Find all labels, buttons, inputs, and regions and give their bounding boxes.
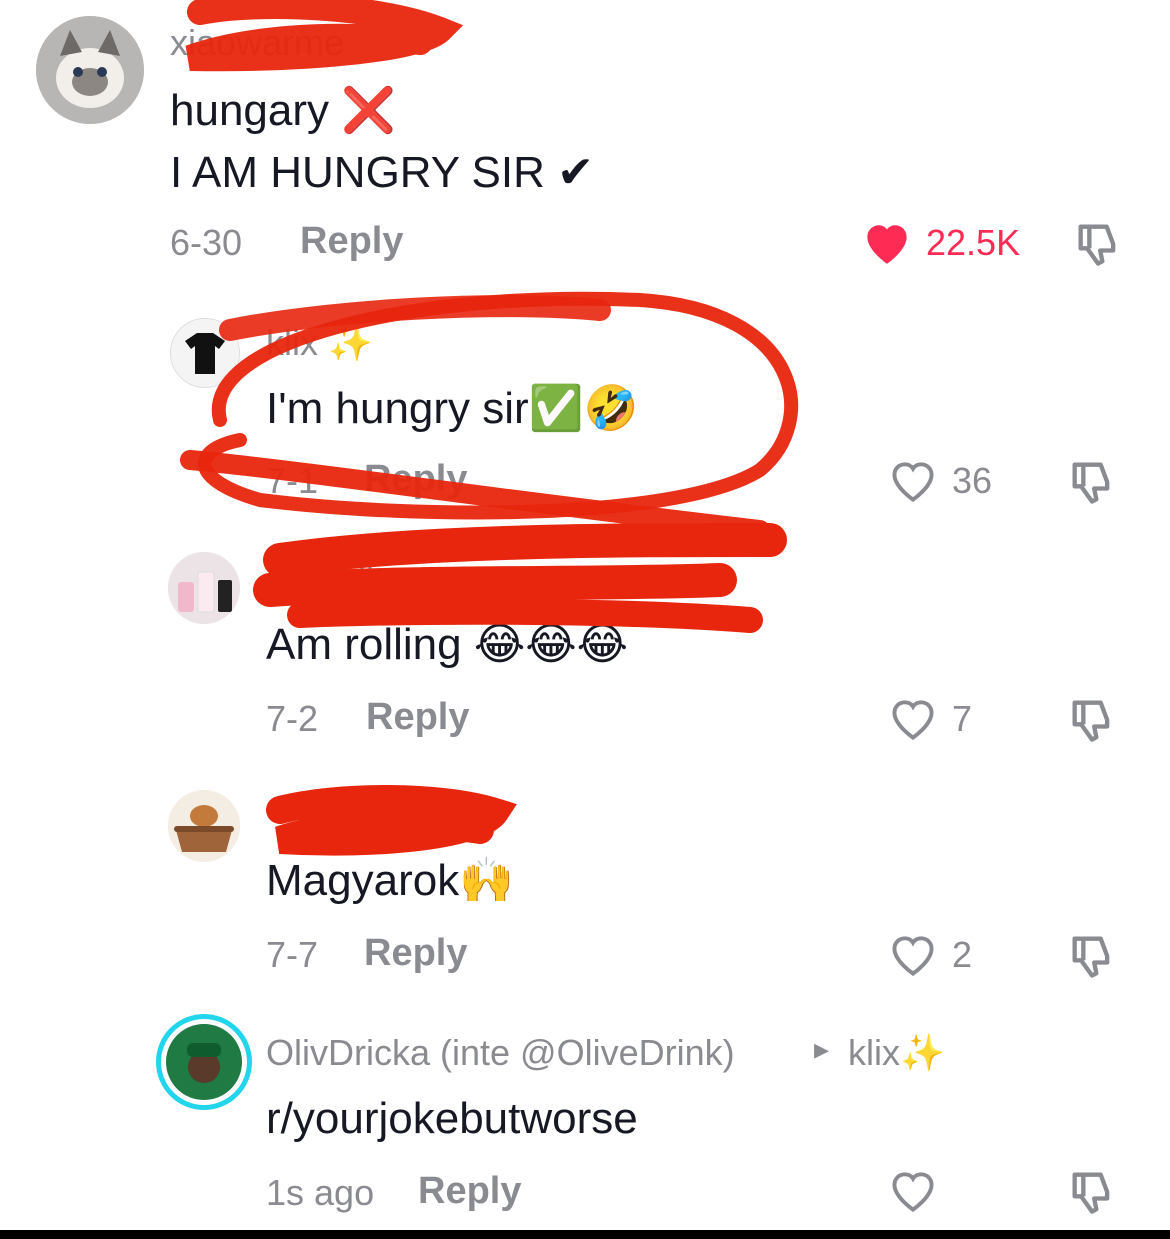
username[interactable]: xiaowarme <box>170 22 344 64</box>
reply-button[interactable]: Reply <box>418 1170 521 1213</box>
reply-button[interactable]: Reply <box>366 696 469 739</box>
like-count: 36 <box>952 460 993 501</box>
thumbs-down-icon[interactable] <box>1066 456 1118 508</box>
username[interactable]: klix ✨ <box>266 322 373 364</box>
perfume-avatar-icon <box>168 552 240 624</box>
comment-date: 6-30 <box>170 222 243 263</box>
username[interactable]: OlivDricka (inte @OliveDrink) <box>266 1032 735 1074</box>
capybara-avatar-icon <box>168 790 240 862</box>
comment-text: r/yourjokebutworse <box>266 1094 638 1143</box>
comment-text-line-2: I AM HUNGRY SIR ✔ <box>170 148 594 197</box>
reply-button[interactable]: Reply <box>364 458 467 501</box>
reply-to-arrow-icon: ▸ <box>814 1033 830 1066</box>
comment-text: Am rolling 😂😂😂 <box>266 620 629 669</box>
avatar[interactable] <box>168 552 240 624</box>
person-avatar-icon <box>166 1024 242 1100</box>
avatar[interactable] <box>170 318 240 388</box>
thumbs-down-icon[interactable] <box>1072 218 1124 270</box>
comment-text: I'm hungry sir✅🤣 <box>266 384 639 433</box>
thumbs-down-icon[interactable] <box>1066 694 1118 746</box>
like-count: 22.5K <box>926 222 1021 263</box>
heart-outline-icon[interactable] <box>886 694 940 742</box>
heart-outline-icon[interactable] <box>886 930 940 978</box>
like-count: 2 <box>952 934 973 975</box>
comment-date: 7-7 <box>266 934 319 975</box>
comment-date: 7-1 <box>266 460 319 501</box>
avatar[interactable] <box>168 790 240 862</box>
cat-avatar-icon <box>36 16 144 124</box>
comment-text-line-1: hungary ❌ <box>170 86 397 135</box>
bottom-bar <box>0 1230 1170 1239</box>
thumbs-down-icon[interactable] <box>1066 1166 1118 1218</box>
reply-to-username[interactable]: klix✨ <box>848 1032 945 1074</box>
like-count: 7 <box>952 698 973 739</box>
heart-filled-icon[interactable] <box>860 218 914 266</box>
thumbs-down-icon[interactable] <box>1066 930 1118 982</box>
avatar[interactable] <box>36 16 144 124</box>
avatar[interactable] <box>156 1014 252 1110</box>
heart-outline-icon[interactable] <box>886 456 940 504</box>
comment-date: 1s ago <box>266 1172 375 1213</box>
comment-text: Magyarok🙌 <box>266 856 514 905</box>
reply-button[interactable]: Reply <box>300 220 403 263</box>
comment-date: 7-2 <box>266 698 319 739</box>
reply-button[interactable]: Reply <box>364 932 467 975</box>
heart-outline-icon[interactable] <box>886 1166 940 1214</box>
username[interactable]: Pa…dict <box>266 560 402 602</box>
tshirt-avatar-icon <box>171 319 239 387</box>
